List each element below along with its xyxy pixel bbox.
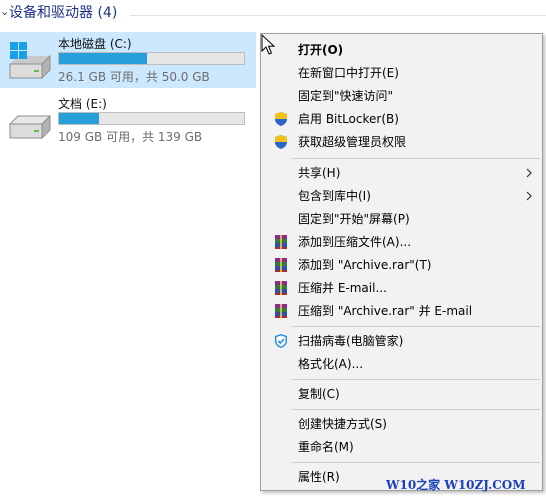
menu-item-label: 复制(C): [298, 387, 340, 401]
mouse-pointer-icon: [261, 34, 275, 55]
menu-item-take-ownership[interactable]: 获取超级管理员权限: [263, 131, 540, 153]
menu-item-label: 添加到压缩文件(A)...: [298, 235, 412, 249]
menu-item-label: 格式化(A)...: [298, 357, 364, 371]
menu-item-label: 添加到 "Archive.rar"(T): [298, 258, 432, 272]
drive-usage-bar: [58, 112, 245, 125]
menu-item-label: 包含到库中(I): [298, 189, 371, 203]
menu-item-add-to-archive-rar[interactable]: 添加到 "Archive.rar"(T): [263, 254, 540, 276]
menu-separator: [291, 326, 540, 327]
menu-item-copy[interactable]: 复制(C): [263, 383, 540, 405]
winrar-icon: [275, 281, 287, 295]
submenu-arrow-icon: [526, 191, 532, 201]
menu-item-label: 固定到"开始"屏幕(P): [298, 212, 410, 226]
menu-item-open[interactable]: 打开(O): [263, 39, 540, 61]
menu-item-format[interactable]: 格式化(A)...: [263, 353, 540, 375]
menu-item-bitlocker[interactable]: 启用 BitLocker(B): [263, 108, 540, 130]
menu-item-virus-scan[interactable]: 扫描病毒(电脑管家): [263, 330, 540, 352]
uac-shield-icon: [275, 112, 287, 126]
menu-item-label: 启用 BitLocker(B): [298, 112, 399, 126]
menu-item-rename[interactable]: 重命名(M): [263, 436, 540, 458]
menu-item-label: 压缩并 E-mail...: [298, 281, 387, 295]
devices-drives-group-header[interactable]: ⌄ 设备和驱动器 (4): [0, 0, 546, 28]
menu-separator: [291, 379, 540, 380]
winrar-icon: [275, 304, 287, 318]
drive-c-tile[interactable]: 本地磁盘 (C:) 26.1 GB 可用，共 50.0 GB: [0, 32, 256, 88]
menu-item-label: 属性(R): [298, 470, 340, 484]
menu-item-label: 打开(O): [298, 43, 344, 57]
menu-item-label: 创建快捷方式(S): [298, 417, 387, 431]
menu-item-create-shortcut[interactable]: 创建快捷方式(S): [263, 413, 540, 435]
drive-usage-fill: [59, 113, 99, 124]
menu-item-label: 固定到"快速访问": [298, 89, 394, 103]
menu-separator: [291, 409, 540, 410]
tencent-pc-manager-icon: [275, 334, 287, 348]
menu-item-label: 扫描病毒(电脑管家): [298, 334, 404, 348]
section-title: 设备和驱动器 (4): [9, 5, 118, 21]
menu-item-open-new-window[interactable]: 在新窗口中打开(E): [263, 62, 540, 84]
menu-item-compress-and-email[interactable]: 压缩并 E-mail...: [263, 277, 540, 299]
menu-item-pin-quick-access[interactable]: 固定到"快速访问": [263, 85, 540, 107]
menu-item-label: 获取超级管理员权限: [298, 135, 407, 149]
site-watermark: W10之家 W10ZJ.COM: [386, 478, 526, 492]
drive-usage-fill: [59, 53, 148, 64]
drive-name: 文档 (E:): [58, 97, 107, 111]
context-menu: 打开(O) 在新窗口中打开(E) 固定到"快速访问" 启用 BitLocker(…: [260, 33, 543, 491]
hard-drive-icon: [8, 114, 52, 140]
winrar-icon: [275, 258, 287, 272]
submenu-arrow-icon: [526, 168, 532, 178]
menu-separator: [291, 158, 540, 159]
drive-free-space: 26.1 GB 可用，共 50.0 GB: [58, 70, 210, 84]
menu-item-label: 重命名(M): [298, 440, 354, 454]
menu-item-share[interactable]: 共享(H): [263, 162, 540, 184]
menu-separator: [291, 462, 540, 463]
uac-shield-icon: [275, 135, 287, 149]
menu-item-include-in-library[interactable]: 包含到库中(I): [263, 185, 540, 207]
menu-item-compress-rar-and-email[interactable]: 压缩到 "Archive.rar" 并 E-mail: [263, 300, 540, 322]
drive-e-tile[interactable]: 文档 (E:) 109 GB 可用，共 139 GB: [0, 92, 256, 148]
menu-item-label: 在新窗口中打开(E): [298, 66, 399, 80]
menu-item-label: 共享(H): [298, 166, 341, 180]
drive-free-space: 109 GB 可用，共 139 GB: [58, 130, 203, 144]
menu-item-label: 压缩到 "Archive.rar" 并 E-mail: [298, 304, 473, 318]
drive-name: 本地磁盘 (C:): [58, 37, 132, 51]
windows-drive-icon: [9, 42, 51, 80]
menu-item-add-to-archive[interactable]: 添加到压缩文件(A)...: [263, 231, 540, 253]
menu-item-pin-to-start[interactable]: 固定到"开始"屏幕(P): [263, 208, 540, 230]
winrar-icon: [275, 235, 287, 249]
drive-usage-bar: [58, 52, 245, 65]
section-divider: [130, 15, 546, 16]
